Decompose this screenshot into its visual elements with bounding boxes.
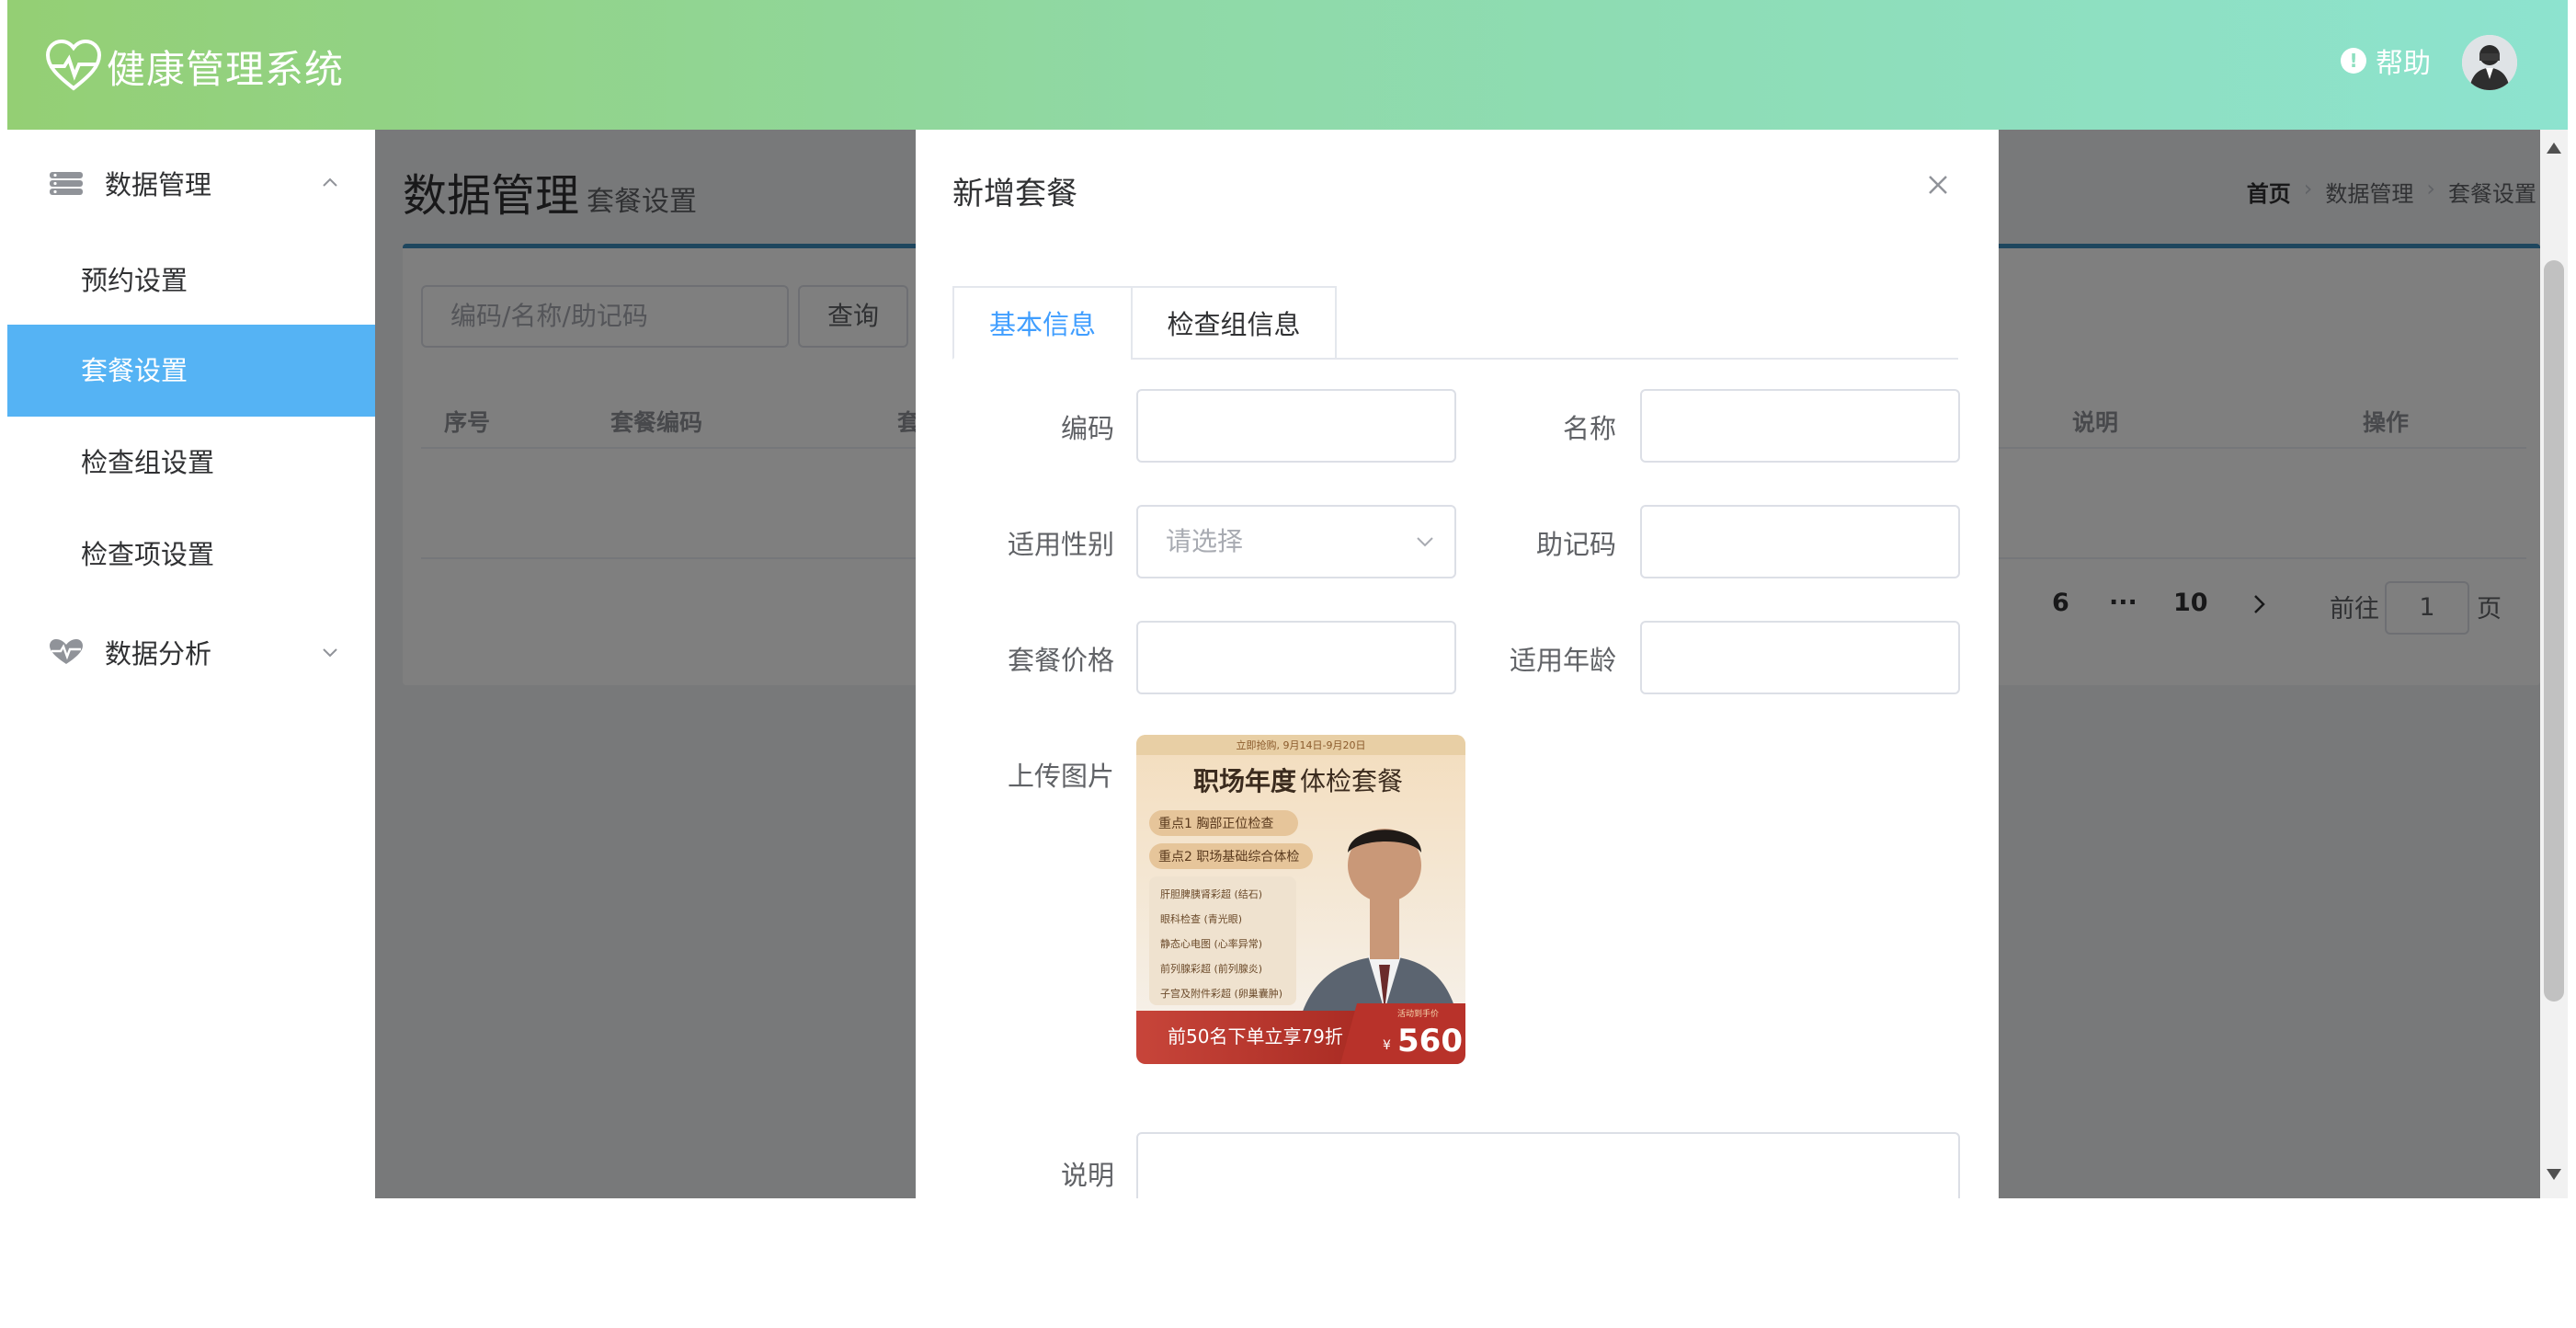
database-icon xyxy=(50,172,83,195)
sidebar-item-appointment[interactable]: 预约设置 xyxy=(7,235,375,326)
heart-pulse-icon xyxy=(45,39,102,91)
heart-chart-icon xyxy=(50,639,83,664)
scroll-up-arrow-icon[interactable] xyxy=(2547,143,2561,154)
age-label: 适用年龄 xyxy=(1509,645,1616,676)
poster-price: 560 xyxy=(1397,1023,1463,1059)
mnemonic-input[interactable] xyxy=(1640,505,1960,578)
gender-label: 适用性别 xyxy=(1007,529,1114,560)
info-icon: ! xyxy=(2341,48,2366,74)
help-label: 帮助 xyxy=(2376,48,2431,80)
remark-label: 说明 xyxy=(1060,1160,1114,1191)
price-label: 套餐价格 xyxy=(1007,645,1114,676)
top-header: 健康管理系统 ! 帮助 xyxy=(7,0,2568,130)
poster-title-rest: 体检套餐 xyxy=(1300,766,1403,796)
user-avatar-icon xyxy=(2462,35,2517,90)
code-label: 编码 xyxy=(1060,413,1114,444)
poster-point-1: 重点1 胸部正位检查 xyxy=(1158,817,1273,831)
sidebar-item-check-group[interactable]: 检查组设置 xyxy=(7,417,375,509)
poster-price-tag: 活动到手价 xyxy=(1397,1008,1439,1019)
poster-point-2: 重点2 职场基础综合体检 xyxy=(1158,849,1299,864)
poster-title-bold: 职场年度 xyxy=(1193,766,1296,796)
help-link[interactable]: ! 帮助 xyxy=(2341,40,2431,81)
add-package-dialog: 新增套餐 基本信息 检查组信息 编码 名称 适用性别 请选择 助记码 套餐价格 … xyxy=(916,130,1999,1198)
poster-check-1: 肝胆脾胰肾彩超 (结石) xyxy=(1160,887,1262,900)
tab-basic-info[interactable]: 基本信息 xyxy=(952,286,1133,360)
remark-textarea[interactable] xyxy=(1136,1132,1960,1198)
sidebar: 数据管理 预约设置 套餐设置 检查组设置 检查项设置 数据分析 xyxy=(7,130,375,1328)
poster-check-3: 静态心电图 (心率异常) xyxy=(1160,937,1262,950)
package-poster-image: 立即抢购, 9月14日-9月20日 职场年度 体检套餐 重点1 胸部正位检查 重… xyxy=(1136,735,1465,1064)
code-input[interactable] xyxy=(1136,389,1456,463)
avatar[interactable] xyxy=(2462,35,2517,90)
gender-select[interactable]: 请选择 xyxy=(1136,505,1456,578)
chevron-down-icon xyxy=(323,648,337,658)
poster-check-4: 前列腺彩超 (前列腺炎) xyxy=(1160,962,1262,975)
page-scrollbar[interactable] xyxy=(2540,130,2568,1198)
logo[interactable]: 健康管理系统 xyxy=(44,39,344,94)
sidebar-group-data-management[interactable]: 数据管理 xyxy=(7,137,375,229)
poster-price-prefix: ¥ xyxy=(1383,1038,1391,1053)
name-input[interactable] xyxy=(1640,389,1960,463)
sidebar-item-check-item[interactable]: 检查项设置 xyxy=(7,509,375,601)
package-image-upload[interactable]: 立即抢购, 9月14日-9月20日 职场年度 体检套餐 重点1 胸部正位检查 重… xyxy=(1136,735,1465,1064)
sidebar-group-label: 数据管理 xyxy=(105,169,212,200)
tab-check-group-info[interactable]: 检查组信息 xyxy=(1131,286,1337,360)
sidebar-group-data-analysis[interactable]: 数据分析 xyxy=(7,606,375,698)
scrollbar-thumb[interactable] xyxy=(2544,260,2564,1002)
poster-top-text: 立即抢购, 9月14日-9月20日 xyxy=(1237,738,1366,751)
sidebar-item-package[interactable]: 套餐设置 xyxy=(7,325,375,417)
dialog-tabs: 基本信息 检查组信息 xyxy=(952,286,1958,360)
poster-check-5: 子宫及附件彩超 (卵巢囊肿) xyxy=(1160,987,1282,1000)
close-icon[interactable] xyxy=(1921,168,1955,201)
mnemonic-label: 助记码 xyxy=(1535,529,1616,560)
name-label: 名称 xyxy=(1562,413,1616,444)
price-input[interactable] xyxy=(1136,621,1456,694)
poster-promo: 前50名下单立享79折 xyxy=(1168,1025,1343,1048)
sidebar-group-label: 数据分析 xyxy=(105,638,212,670)
dialog-title: 新增套餐 xyxy=(952,176,1077,212)
gender-placeholder: 请选择 xyxy=(1166,526,1244,556)
upload-label: 上传图片 xyxy=(1007,761,1114,792)
app-title: 健康管理系统 xyxy=(107,46,345,92)
age-input[interactable] xyxy=(1640,621,1960,694)
poster-check-2: 眼科检查 (青光眼) xyxy=(1160,912,1242,925)
scroll-down-arrow-icon[interactable] xyxy=(2547,1169,2561,1180)
chevron-up-icon xyxy=(323,177,337,187)
